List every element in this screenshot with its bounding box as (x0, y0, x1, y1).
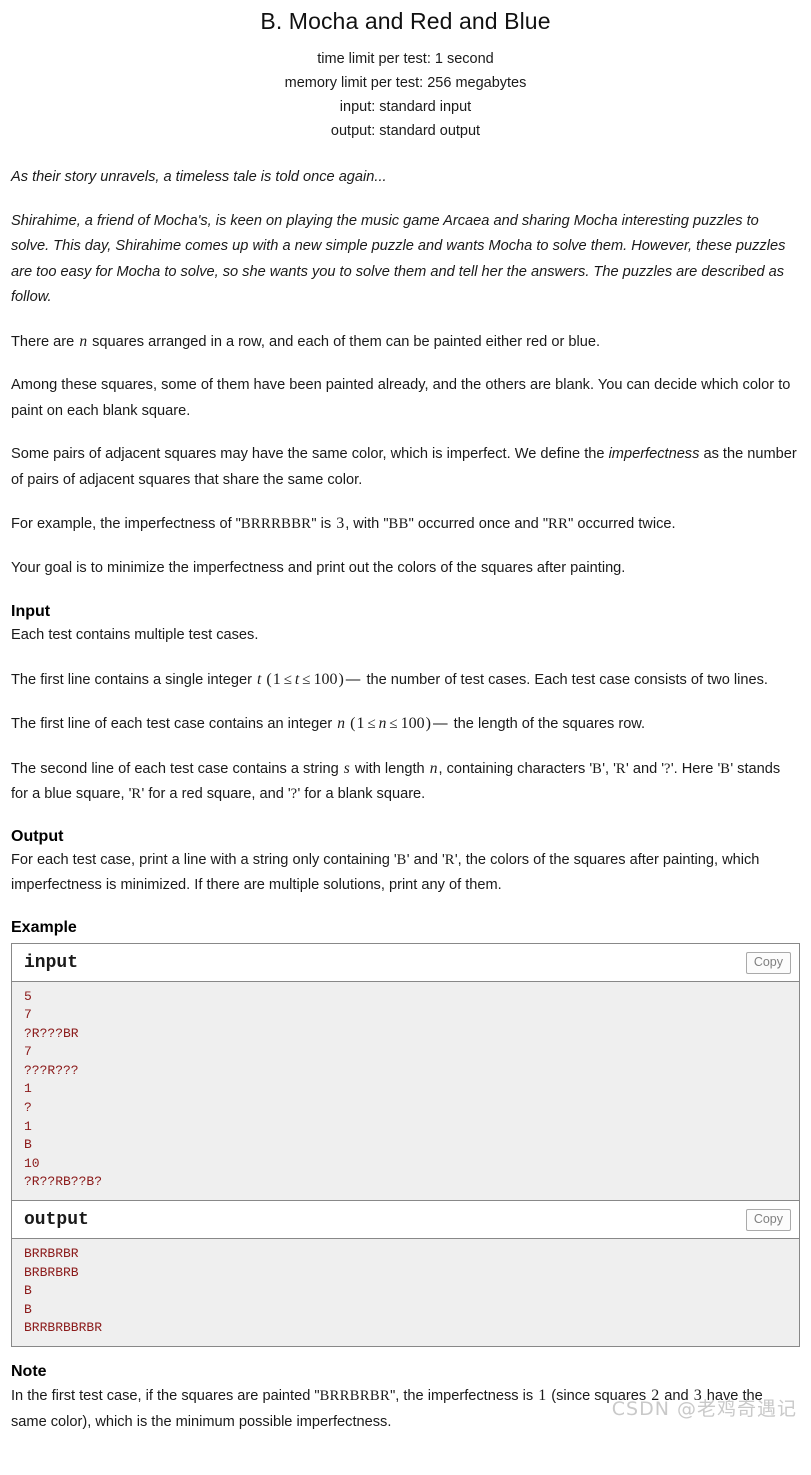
input-p4-b: with length (350, 760, 429, 777)
legend-p3-a: Some pairs of adjacent squares may have … (11, 446, 609, 462)
math-upper-bound: 100 (313, 670, 338, 688)
input-paragraph-1: Each test contains multiple test cases. (11, 627, 259, 643)
out-char-r: R (444, 851, 455, 868)
math-var-t: t (256, 670, 262, 688)
input-p4-h: ' for a red square, and ' (141, 786, 291, 802)
input-paragraph-4: The second line of each test case contai… (11, 756, 800, 808)
legend-paragraph-3: Some pairs of adjacent squares may have … (11, 442, 800, 493)
sample-test-box: input Copy 5 7 ?R???BR 7 ???R??? 1 ? 1 B… (11, 942, 800, 1347)
legend-paragraph-5: Your goal is to minimize the imperfectne… (11, 559, 626, 576)
output-paragraph-1: For each test case, print a line with a … (11, 848, 800, 899)
input-p4-c: , containing characters ' (438, 760, 593, 777)
math-var-s: s (343, 759, 350, 777)
output-block-label: output (24, 1210, 89, 1231)
output-p1-a: For each test case, print a line with a … (11, 851, 397, 868)
legend-paragraph-1: There are n squares arranged in a row, a… (11, 329, 800, 356)
note-section: Note In the first test case, if the squa… (11, 1363, 800, 1435)
memory-limit: memory limit per test: 256 megabytes (284, 75, 527, 91)
char-b: B (592, 760, 603, 777)
input-p4-f: '. Here ' (670, 760, 721, 777)
math-var-n-3: n (378, 715, 387, 732)
note-p1-b: ", the imperfectness is (390, 1388, 538, 1404)
math-lower-bound: 1 (272, 670, 281, 688)
math-le-4: ≤ (389, 716, 398, 732)
input-p3-b: the length of the squares row. (449, 716, 646, 732)
problem-legend: As their story unravels, a timeless tale… (11, 165, 800, 581)
output-heading: Output (11, 827, 64, 845)
math-le-1: ≤ (283, 671, 292, 688)
note-p1-c: (since squares (547, 1388, 651, 1404)
output-p1-b: ' and ' (406, 851, 445, 868)
math-lower-bound-2: 1 (356, 715, 365, 732)
input-p4-d: ', ' (602, 760, 616, 777)
example-section: Example input Copy 5 7 ?R???BR 7 ???R???… (11, 918, 800, 1347)
legend-paragraph-4: For example, the imperfectness of "BRRRB… (11, 511, 800, 538)
char-r-2: R (131, 786, 142, 802)
note-num-3: 3 (693, 1387, 702, 1404)
problem-statement-page: B. Mocha and Red and Blue time limit per… (0, 0, 811, 1435)
input-p4-e: ' and ' (626, 760, 665, 777)
note-num-1: 1 (538, 1387, 547, 1404)
legend-p1-b: squares arranged in a row, and each of t… (88, 333, 600, 350)
input-p4-i: ' for a blank square. (297, 786, 426, 802)
input-p3-a: The first line of each test case contain… (11, 716, 337, 732)
math-var-n: n (79, 332, 88, 350)
note-paragraph-1: In the first test case, if the squares a… (11, 1383, 800, 1435)
input-specification: Input Each test contains multiple test c… (11, 603, 800, 808)
char-b-2: B (720, 760, 731, 777)
sample-input-text: 5 7 ?R???BR 7 ???R??? 1 ? 1 B 10 ?R??RB?… (12, 981, 799, 1201)
pair-rr: RR (548, 516, 569, 532)
flavor-quote: As their story unravels, a timeless tale… (11, 169, 387, 185)
problem-header: B. Mocha and Red and Blue time limit per… (11, 0, 800, 143)
char-question: ? (664, 760, 671, 777)
problem-limits: time limit per test: 1 second memory lim… (11, 47, 800, 143)
page-title: B. Mocha and Red and Blue (260, 8, 551, 34)
note-example-string: BRRBRBR (319, 1388, 391, 1404)
note-num-2: 2 (651, 1387, 660, 1404)
math-le-3: ≤ (367, 716, 376, 732)
copy-input-button[interactable]: Copy (745, 951, 791, 974)
em-dash-2: — (432, 716, 448, 732)
input-spec: input: standard input (339, 99, 472, 115)
output-spec: output: standard output (330, 123, 481, 139)
note-heading: Note (11, 1363, 47, 1380)
example-heading: Example (11, 918, 77, 936)
math-upper-bound-2: 100 (400, 715, 425, 732)
input-paragraph-3: The first line of each test case contain… (11, 711, 800, 738)
input-heading: Input (11, 603, 51, 620)
legend-p4-b: " is (311, 516, 336, 532)
story-paragraph: Shirahime, a friend of Mocha's, is keen … (11, 212, 786, 306)
copy-output-button[interactable]: Copy (745, 1209, 791, 1232)
math-paren-close: ) (338, 670, 344, 688)
pair-bb: BB (388, 516, 409, 532)
input-p2-a: The first line contains a single integer (11, 671, 256, 688)
legend-p4-a: For example, the imperfectness of " (11, 516, 241, 532)
math-var-n-2: n (337, 715, 346, 732)
em-dash-1: — (345, 671, 361, 688)
math-le-2: ≤ (302, 671, 311, 688)
input-block-header: input Copy (12, 943, 799, 982)
example-string: BRRRBBR (240, 516, 312, 532)
output-specification: Output For each test case, print a line … (11, 828, 800, 899)
input-p4-a: The second line of each test case contai… (11, 760, 343, 777)
legend-p4-e: " occurred twice. (568, 516, 676, 532)
legend-p4-d: " occurred once and " (408, 516, 549, 532)
input-p2-b: the number of test cases. Each test case… (362, 671, 768, 688)
time-limit: time limit per test: 1 second (317, 51, 494, 67)
imperfectness-term: imperfectness (608, 446, 700, 462)
output-block-header: output Copy (12, 1200, 799, 1240)
note-p1-d: and (660, 1388, 693, 1404)
math-num-3: 3 (336, 515, 345, 532)
char-r: R (615, 760, 626, 777)
char-question-2: ? (290, 786, 298, 802)
note-p1-a: In the first test case, if the squares a… (11, 1388, 320, 1404)
legend-p1-a: There are (11, 333, 79, 350)
sample-output-text: BRRBRBR BRBRBRB B B BRRBRBBRBR (12, 1239, 799, 1346)
out-char-b: B (396, 851, 407, 868)
input-block-label: input (24, 952, 79, 973)
math-paren-open: ( (266, 670, 272, 688)
input-paragraph-2: The first line contains a single integer… (11, 667, 800, 694)
legend-p4-c: , with " (345, 516, 389, 532)
legend-paragraph-2: Among these squares, some of them have b… (11, 377, 791, 419)
